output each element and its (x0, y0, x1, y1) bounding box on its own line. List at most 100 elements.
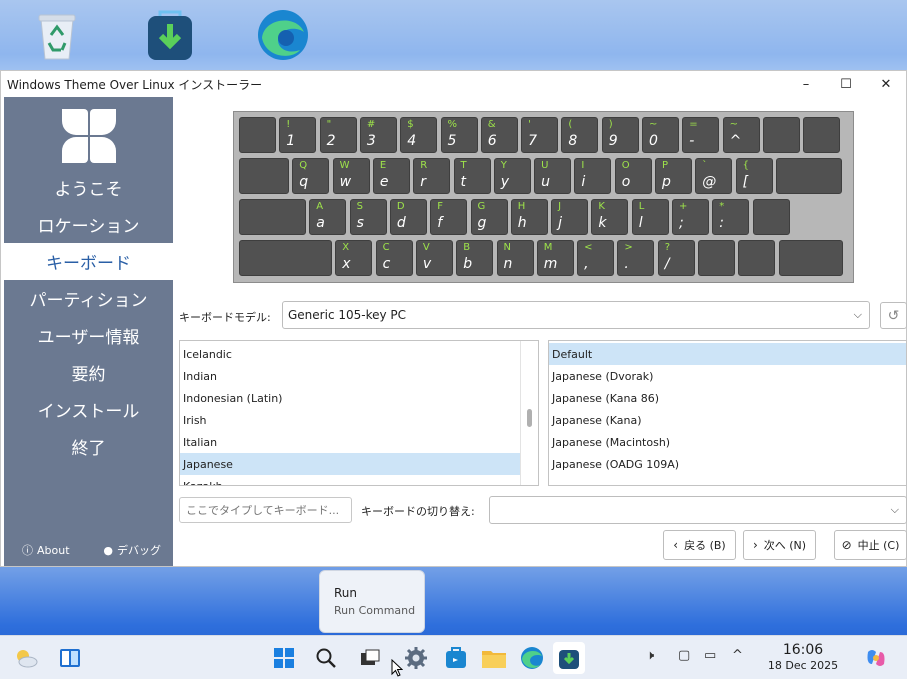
close-button[interactable]: ✕ (866, 71, 906, 97)
sidebar-item-location[interactable]: ロケーション (4, 206, 173, 243)
key-shift-label: ! (286, 119, 291, 130)
list-item-selected[interactable]: Japanese (180, 453, 520, 475)
maximize-button[interactable]: ☐ (826, 71, 866, 97)
key-shift-label: T (460, 160, 467, 171)
sidebar-item-welcome[interactable]: ようこそ (4, 169, 173, 206)
keyboard-key: +; (672, 199, 709, 235)
installer-taskbar-icon[interactable] (553, 642, 585, 674)
key-shift-label: A (316, 201, 324, 212)
key-main-label: 5 (447, 133, 457, 149)
copilot-icon[interactable] (860, 642, 892, 674)
list-item[interactable]: Italian (180, 431, 538, 453)
keyboard-key: Cc (375, 240, 413, 276)
about-label: About (37, 544, 70, 557)
widgets-icon[interactable] (54, 642, 86, 674)
list-item[interactable]: Japanese (Kana 86) (549, 387, 906, 409)
sidebar-item-install[interactable]: インストール (4, 391, 173, 428)
back-button[interactable]: ‹ 戻る (B) (663, 530, 736, 560)
keyboard-key (239, 158, 289, 194)
key-main-label: v (422, 256, 432, 272)
keyboard-switch-select[interactable]: ⌵ (489, 496, 907, 524)
search-icon[interactable] (310, 642, 342, 674)
keyboard-key: Kk (591, 199, 629, 235)
key-shift-label: Y (500, 160, 507, 171)
task-view-icon[interactable] (354, 642, 386, 674)
sidebar-item-partition[interactable]: パーティション (4, 280, 173, 317)
list-item[interactable]: Japanese (Macintosh) (549, 431, 906, 453)
chevron-down-icon: ⌵ (853, 308, 862, 321)
keyboard-key: Yy (493, 158, 531, 194)
chevron-up-icon[interactable]: ^ (732, 648, 743, 663)
layout-filter-input[interactable] (179, 497, 352, 523)
keyboard-key: Bb (456, 240, 494, 276)
scrollbar-thumb[interactable] (527, 409, 532, 427)
key-main-label: b (463, 256, 473, 272)
next-button[interactable]: › 次へ (N) (743, 530, 816, 560)
weather-icon[interactable] (10, 642, 42, 674)
list-item[interactable]: Indian (180, 365, 538, 387)
keyboard-key: Gg (470, 199, 508, 235)
key-main-label: n (503, 256, 513, 272)
edge-browser-icon[interactable] (254, 6, 312, 64)
key-main-label: / (664, 256, 670, 272)
reset-model-button[interactable]: ↺ (880, 302, 907, 329)
recycle-bin-icon[interactable] (28, 6, 86, 64)
list-item[interactable]: Irish (180, 409, 538, 431)
key-main-label: f (437, 215, 443, 231)
variant-list[interactable]: Default Japanese (Dvorak) Japanese (Kana… (548, 340, 907, 486)
edge-taskbar-icon[interactable] (516, 642, 548, 674)
keyboard-key: ) 9 (601, 117, 639, 153)
run-tooltip: Run Run Command (319, 570, 425, 633)
keyboard-model-select[interactable]: Generic 105-key PC ⌵ (282, 301, 870, 329)
keyboard-key: {[ (735, 158, 773, 194)
title-bar[interactable]: Windows Theme Over Linux インストーラー – ☐ ✕ (1, 71, 906, 97)
key-main-label: - (689, 133, 695, 149)
sidebar-item-finish[interactable]: 終了 (4, 428, 173, 465)
list-item[interactable]: Indonesian (Latin) (180, 387, 538, 409)
about-button[interactable]: ⓘ About (22, 542, 70, 558)
network-icon[interactable]: ▭ (704, 648, 716, 663)
settings-gear-icon[interactable] (400, 642, 432, 674)
keyboard-key (239, 240, 332, 276)
list-item-selected[interactable]: Default (549, 343, 906, 365)
keyboard-key: Hh (510, 199, 548, 235)
list-item[interactable]: Kazakh (180, 475, 538, 486)
layout-list[interactable]: Icelandic Indian Indonesian (Latin) Iris… (179, 340, 539, 486)
installer-download-icon[interactable] (141, 6, 199, 64)
key-main-label: 8 (568, 133, 578, 149)
cancel-button[interactable]: ⊘ 中止 (C) (834, 530, 907, 560)
debug-button[interactable]: ● デバッグ (103, 542, 161, 558)
clock[interactable]: 16:06 18 Dec 2025 (763, 642, 843, 672)
list-item[interactable]: Japanese (OADG 109A) (549, 453, 906, 475)
mouse-cursor-icon (391, 658, 404, 679)
layout-scrollbar[interactable] (520, 341, 538, 485)
key-shift-label: & (487, 119, 496, 130)
list-item[interactable]: Japanese (Kana) (549, 409, 906, 431)
key-main-label: x (342, 256, 351, 272)
sidebar-item-summary[interactable]: 要約 (4, 354, 173, 391)
keyboard-key: $4 (400, 117, 438, 153)
start-menu-icon[interactable] (268, 642, 300, 674)
file-explorer-icon[interactable] (478, 642, 510, 674)
store-icon[interactable] (440, 642, 472, 674)
key-shift-label: U (541, 160, 549, 171)
key-shift-label: L (638, 201, 645, 212)
sidebar-item-keyboard[interactable]: キーボード (4, 243, 173, 280)
key-main-label: t (460, 174, 467, 190)
key-shift-label: F (437, 201, 443, 212)
keyboard-key: Pp (655, 158, 692, 194)
key-shift-label: Q (299, 160, 308, 171)
key-shift-label: * (719, 201, 725, 212)
list-item[interactable]: Icelandic (180, 343, 538, 365)
refresh-icon: ↺ (887, 307, 900, 324)
minimize-button[interactable]: – (786, 71, 826, 97)
key-main-label: h (517, 215, 527, 231)
keyboard-key: Ii (574, 158, 612, 194)
key-shift-label: X (342, 242, 350, 253)
clipboard-icon[interactable]: ▢ (678, 648, 690, 663)
sidebar-item-user-info[interactable]: ユーザー情報 (4, 317, 173, 354)
speaker-muted-icon[interactable]: 🕨 (646, 648, 654, 663)
keyboard-key: *: (712, 199, 750, 235)
keyboard-key: = - (682, 117, 720, 153)
list-item[interactable]: Japanese (Dvorak) (549, 365, 906, 387)
